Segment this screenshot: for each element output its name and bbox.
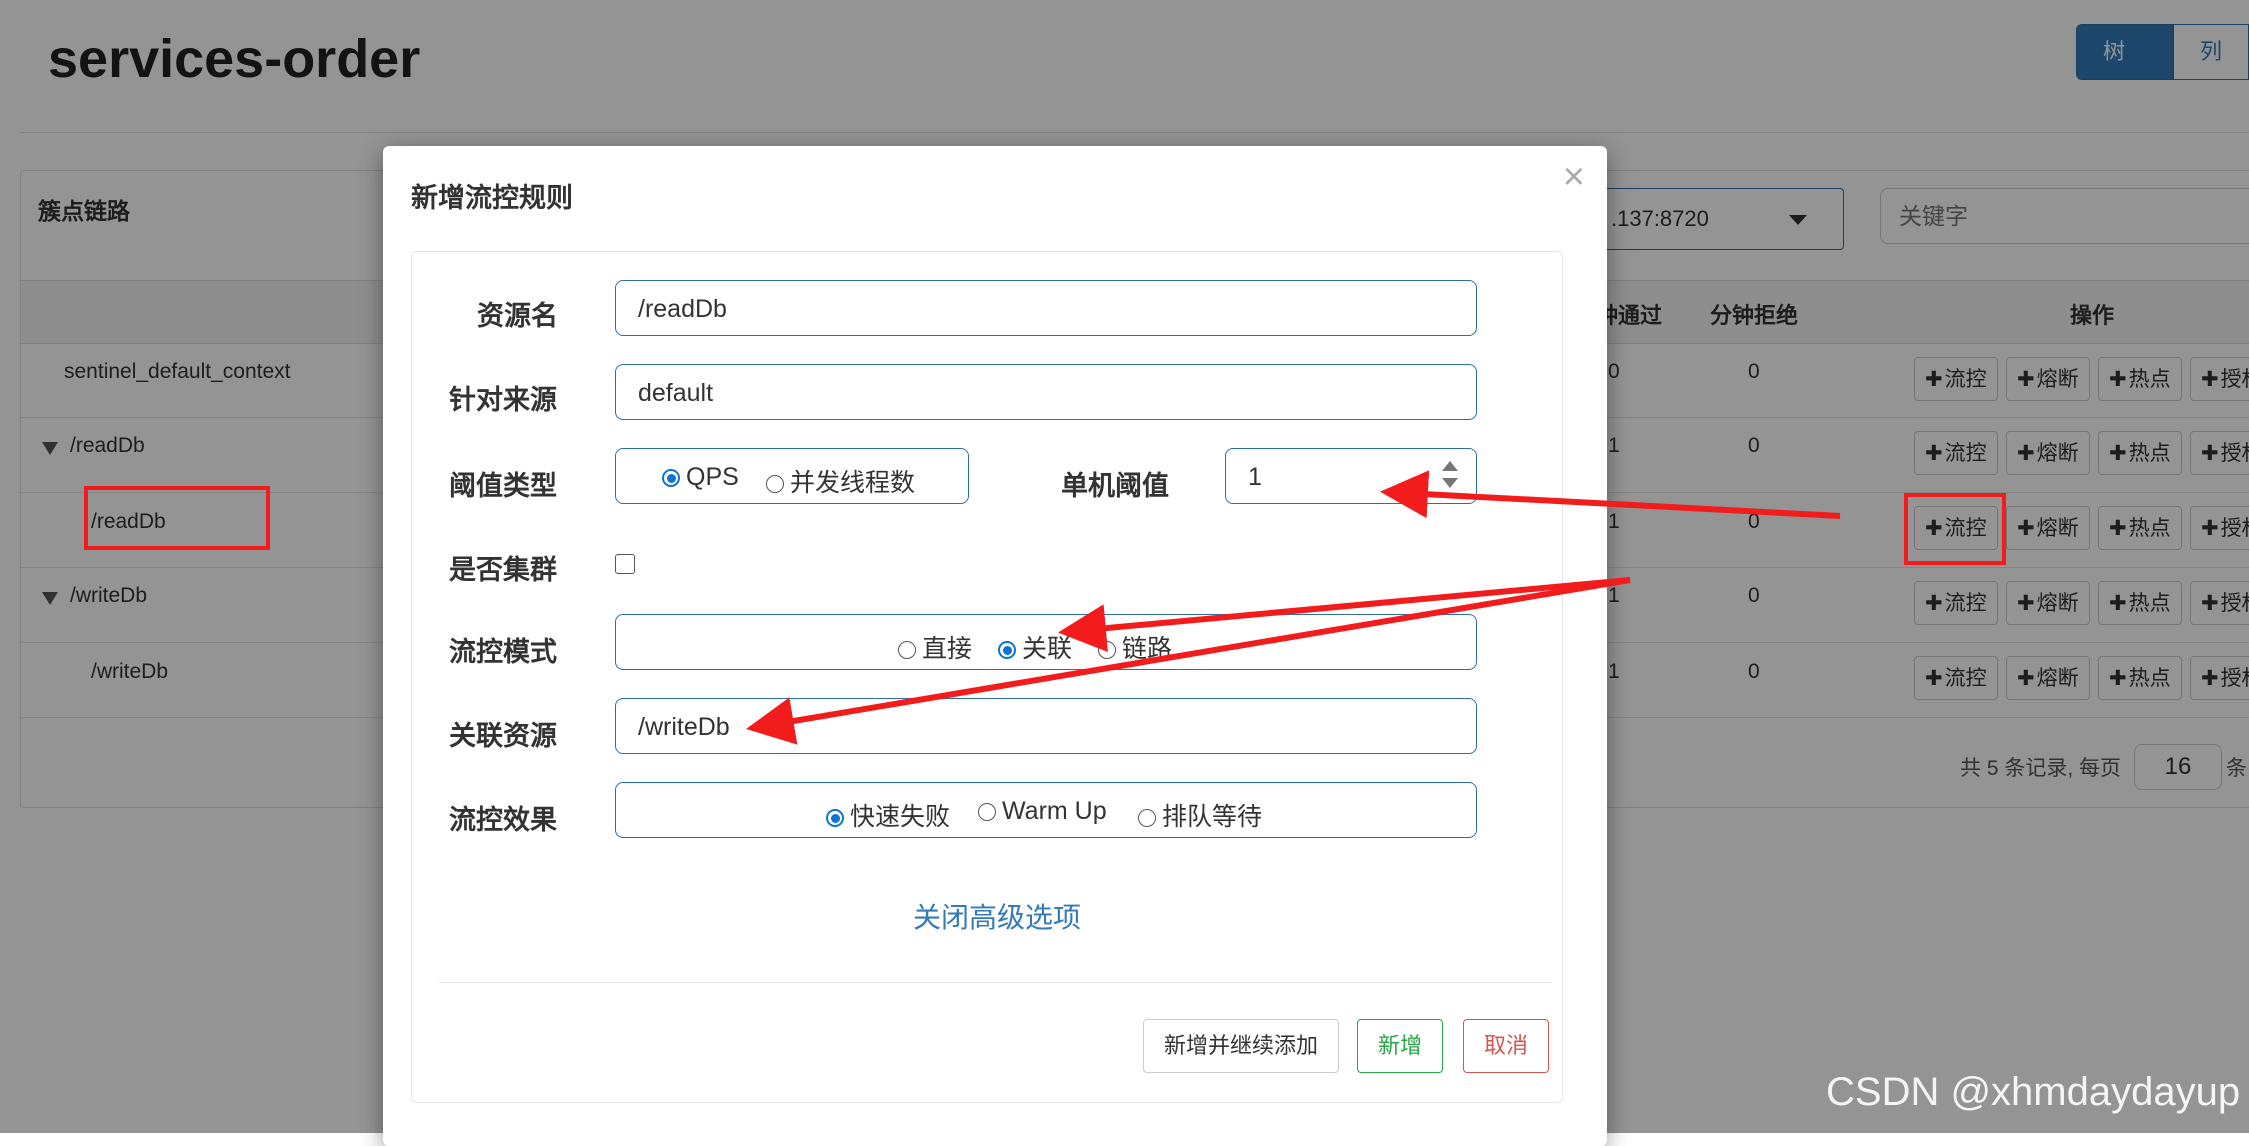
annotation-arrows	[746, 470, 1841, 745]
arrow-to-relate-mode	[1058, 577, 1631, 653]
watermark: CSDN @xhmdaydayup	[1826, 1070, 2241, 1114]
arrow-to-ref-resource	[746, 577, 1631, 745]
arrow-to-threshold	[1380, 470, 1841, 519]
